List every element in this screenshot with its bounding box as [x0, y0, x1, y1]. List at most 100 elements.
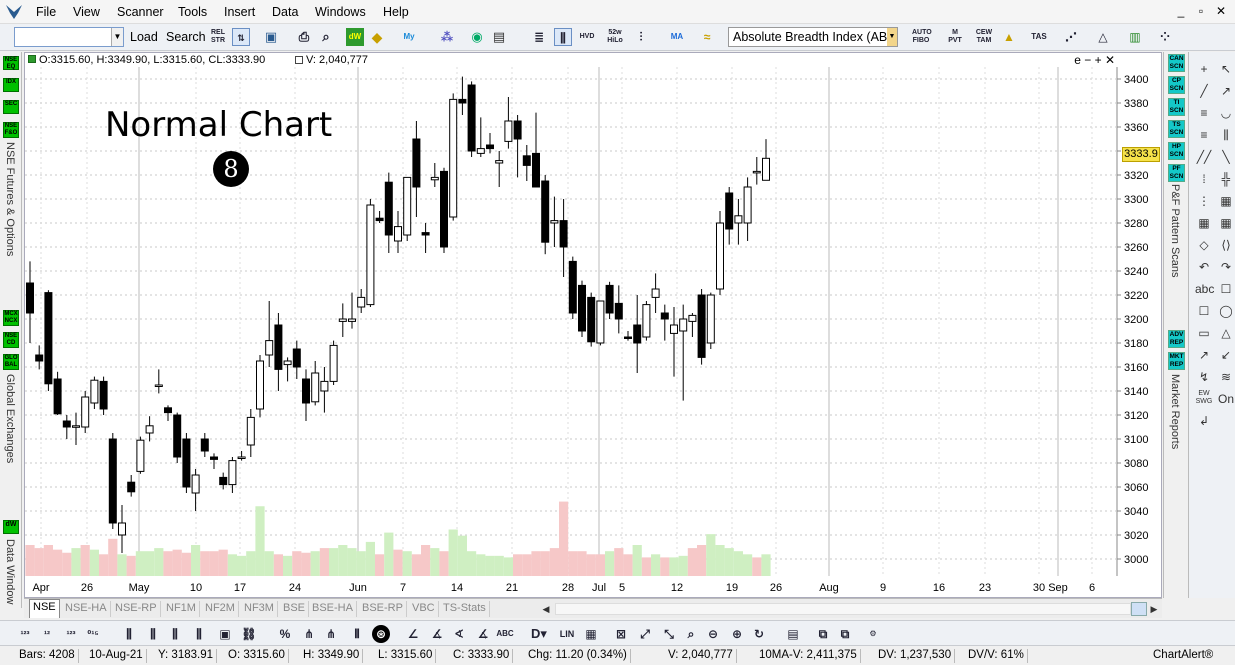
- diamond-icon[interactable]: ◇: [1195, 236, 1213, 254]
- dw-icon[interactable]: dW: [346, 28, 364, 46]
- tab-bse-ha[interactable]: BSE-HA: [309, 601, 357, 617]
- grid-b-icon[interactable]: ▦: [1195, 214, 1213, 232]
- bars-icon[interactable]: ⫴: [348, 625, 366, 643]
- cursor-link-icon[interactable]: ⇅: [232, 28, 250, 46]
- percent-icon[interactable]: %: [276, 625, 294, 643]
- tab-nf3m[interactable]: NF3M: [241, 601, 278, 617]
- angle-icon[interactable]: ∠: [404, 625, 422, 643]
- menu-scanner[interactable]: Scanner: [117, 5, 164, 19]
- load-button[interactable]: Load: [130, 30, 158, 44]
- copy-icon[interactable]: ⧉: [814, 625, 832, 643]
- tab-nse-eq[interactable]: NSE EQ: [3, 56, 19, 70]
- text-icon[interactable]: abc: [1195, 280, 1214, 298]
- trendline-icon[interactable]: ╱: [1195, 82, 1213, 100]
- rel-str-button[interactable]: REL STR: [209, 29, 227, 47]
- vertical-line-icon[interactable]: ⁞: [1195, 170, 1213, 188]
- pane-icon[interactable]: ▣: [216, 625, 234, 643]
- angle-2-icon[interactable]: ∡: [428, 625, 446, 643]
- notes-icon[interactable]: ▤: [784, 625, 802, 643]
- fork-icon[interactable]: ⋔: [300, 625, 318, 643]
- pf-scan-button[interactable]: PF SCN: [1168, 164, 1185, 182]
- d-select-icon[interactable]: D▾: [530, 625, 548, 643]
- zoom-in-icon[interactable]: ⊕: [728, 625, 746, 643]
- 52w-hilo-button[interactable]: 52w HiLo: [606, 29, 624, 47]
- indicator-select[interactable]: Absolute Breadth Index (AB ▼: [728, 27, 898, 47]
- my-icon[interactable]: My: [400, 28, 418, 46]
- auto-fibo-button[interactable]: AUTO FIBO: [912, 29, 932, 47]
- zoom-out-icon[interactable]: ⊖: [704, 625, 722, 643]
- search-button[interactable]: Search: [166, 30, 206, 44]
- menu-data[interactable]: Data: [272, 5, 298, 19]
- zoom-expand-icon[interactable]: ⤢: [636, 625, 654, 643]
- fib-retrace-icon[interactable]: ≡: [1195, 126, 1213, 144]
- grid-icon[interactable]: ▦: [582, 625, 600, 643]
- settings-icon[interactable]: ⚙: [864, 625, 882, 643]
- adv-report-button[interactable]: ADV REP: [1168, 330, 1185, 348]
- more-icon[interactable]: ⁘: [1156, 28, 1174, 46]
- gann-grid-icon[interactable]: ╬: [1217, 170, 1235, 188]
- return-icon[interactable]: ↲: [1195, 412, 1213, 430]
- ew-swing-icon[interactable]: EW SWG: [1195, 390, 1213, 408]
- tab-nse-fo[interactable]: NSE F&O: [3, 122, 19, 138]
- m-pvt-button[interactable]: M PVT: [946, 29, 964, 47]
- indicator-icon[interactable]: ⫶: [632, 28, 650, 46]
- horizontal-scrollbar[interactable]: [555, 603, 1131, 615]
- menu-windows[interactable]: Windows: [315, 5, 366, 19]
- cew-tam-button[interactable]: CEW TAM: [975, 29, 993, 47]
- mkt-report-button[interactable]: MKT REP: [1168, 352, 1185, 370]
- rounded-rect-icon[interactable]: ▭: [1195, 324, 1213, 342]
- zoom-shrink-icon[interactable]: ⤡: [660, 625, 678, 643]
- restore-button[interactable]: ▫: [1191, 4, 1211, 18]
- menu-tools[interactable]: Tools: [178, 5, 207, 19]
- wave-icon[interactable]: ≋: [1217, 368, 1235, 386]
- scrollbar-thumb[interactable]: [1131, 602, 1147, 616]
- grid-a-icon[interactable]: ▦: [1217, 192, 1235, 210]
- hp-scan-button[interactable]: HP SCN: [1168, 142, 1185, 160]
- refresh-icon[interactable]: ↻: [750, 625, 768, 643]
- tab-nf1m[interactable]: NF1M: [163, 601, 200, 617]
- candle-icon[interactable]: ⫼: [120, 625, 138, 643]
- link-pane-icon[interactable]: ⛓: [240, 625, 258, 643]
- decimal-format-2-icon[interactable]: ¹²³: [62, 625, 80, 643]
- undo-icon[interactable]: ↶: [1195, 258, 1213, 276]
- tab-nf2m[interactable]: NF2M: [202, 601, 239, 617]
- chart-type-icon[interactable]: ≣: [530, 28, 548, 46]
- record-icon[interactable]: ⊛: [372, 625, 390, 643]
- channel-icon[interactable]: ≡: [1195, 104, 1213, 122]
- horizontal-line-icon[interactable]: ⋮: [1195, 192, 1213, 210]
- ts-scan-button[interactable]: TS SCN: [1168, 120, 1185, 138]
- square-icon[interactable]: ☐: [1195, 302, 1213, 320]
- zoom-search-icon[interactable]: ⌕: [682, 625, 700, 643]
- zigzag-icon[interactable]: ↯: [1195, 368, 1213, 386]
- cp-scan-button[interactable]: CP SCN: [1168, 76, 1185, 94]
- bracket-icon[interactable]: ⟨⟩: [1217, 236, 1235, 254]
- gann-icon[interactable]: ╲: [1217, 148, 1235, 166]
- candle-chart-icon[interactable]: ⫼: [554, 28, 572, 46]
- tab-bse[interactable]: BSE: [280, 601, 310, 617]
- tab-nse-cd[interactable]: NSE CD: [3, 332, 19, 348]
- chevron-down-icon[interactable]: ▼: [887, 28, 897, 46]
- minimize-button[interactable]: _: [1171, 4, 1191, 18]
- overlay-icon[interactable]: ≈: [698, 28, 716, 46]
- abc-icon[interactable]: ABC: [496, 625, 514, 643]
- can-scan-button[interactable]: CAN SCN: [1168, 54, 1185, 72]
- tag-icon[interactable]: ◆: [368, 28, 386, 46]
- tab-sec[interactable]: SEC: [3, 100, 19, 114]
- bar-chart-icon[interactable]: ▥: [1126, 28, 1144, 46]
- ellipse-icon[interactable]: ◯: [1217, 302, 1235, 320]
- chart-window-controls[interactable]: e − + ✕: [1074, 53, 1115, 67]
- menu-file[interactable]: File: [36, 5, 56, 19]
- tab-vbc[interactable]: VBC: [409, 601, 439, 617]
- zoom-fit-icon[interactable]: ⊠: [612, 625, 630, 643]
- tab-label-global[interactable]: Global Exchanges: [4, 374, 16, 463]
- tas-button[interactable]: TAS: [1030, 28, 1048, 46]
- tab-ts-stats[interactable]: TS-Stats: [440, 601, 490, 617]
- fork-2-icon[interactable]: ⋔: [322, 625, 340, 643]
- tab-label-pf-scans[interactable]: P&F Pattern Scans: [1169, 184, 1181, 278]
- fib-time-icon[interactable]: ⫼: [1217, 126, 1235, 144]
- chevron-down-icon[interactable]: ▼: [111, 28, 123, 46]
- tab-mcx-ncx[interactable]: MCX NCX: [3, 310, 19, 326]
- triangle-icon[interactable]: △: [1094, 28, 1112, 46]
- menu-help[interactable]: Help: [383, 5, 409, 19]
- arc-icon[interactable]: ◡: [1217, 104, 1235, 122]
